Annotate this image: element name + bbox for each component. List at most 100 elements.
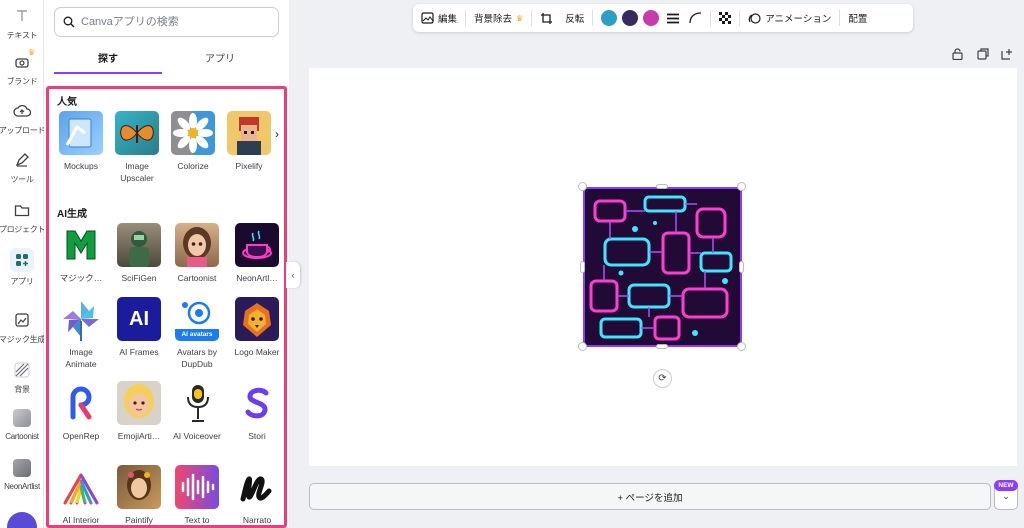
chevron-right-icon[interactable]: ›: [275, 127, 279, 141]
app-image-upscaler[interactable]: Image Upscaler: [109, 111, 165, 184]
folder-icon: [12, 200, 32, 220]
collapse-panel-button[interactable]: ‹: [286, 262, 300, 288]
image-animate-thumbnail: [59, 297, 103, 341]
colorize-thumbnail: [171, 111, 215, 155]
magic-assistant-icon[interactable]: [7, 512, 37, 528]
corner-rounding-button[interactable]: [689, 12, 702, 24]
openrep-thumbnail: [59, 381, 103, 425]
app-pixelify[interactable]: Pixelify: [221, 111, 277, 172]
neonartlist-app-icon: [12, 458, 32, 478]
rail-item-background[interactable]: 背景: [0, 360, 44, 395]
app-label: Paintify: [125, 515, 153, 525]
app-label: Pixelify: [235, 161, 263, 171]
rail-item-cartoonist[interactable]: Cartoonist: [0, 408, 44, 441]
apps-grid-icon: [10, 248, 34, 272]
corner-radius-icon: [689, 12, 702, 24]
duplicate-page-icon[interactable]: [977, 48, 989, 63]
app-neonartlist[interactable]: NeonArtl…: [229, 223, 284, 284]
app-label: Image Upscaler: [120, 161, 154, 183]
app-text-to[interactable]: Text to: [169, 465, 225, 525]
add-page-button[interactable]: + ページを追加: [309, 483, 991, 510]
rail-item-brand[interactable]: ♛ ブランド: [0, 48, 44, 87]
app-mockups[interactable]: Mockups: [53, 111, 109, 172]
app-image-animate[interactable]: Image Animate: [53, 297, 109, 370]
app-avatars-dupdub[interactable]: AI avatars Avatars by DupDub: [169, 297, 225, 370]
transparency-button[interactable]: [719, 12, 732, 24]
rail-label-upload: アップロード: [0, 126, 46, 135]
app-ai-interior[interactable]: AI Interior: [53, 465, 109, 525]
search-box[interactable]: [54, 7, 279, 37]
app-logo-maker[interactable]: Logo Maker: [229, 297, 284, 358]
tab-discover[interactable]: 探す: [54, 46, 162, 74]
resize-handle-bottom[interactable]: [656, 344, 668, 349]
app-label: AI Frames: [119, 347, 159, 357]
toolbar-divider: [592, 10, 594, 26]
color-swatch-teal[interactable]: [601, 10, 618, 26]
animate-label: アニメーション: [765, 14, 832, 25]
new-badge: NEW: [994, 480, 1018, 491]
rail-item-apps[interactable]: アプリ: [0, 248, 44, 287]
toolbar-divider: [710, 10, 712, 26]
app-scifigen[interactable]: SciFiGen: [111, 223, 167, 284]
lock-icon[interactable]: [952, 48, 963, 63]
section-title-ai: AI生成: [57, 209, 87, 220]
app-ai-voiceover[interactable]: AI Voiceover: [169, 381, 225, 442]
tab-apps[interactable]: アプリ: [166, 46, 274, 74]
app-colorize[interactable]: Colorize: [165, 111, 221, 172]
ai-voiceover-thumbnail: [175, 381, 219, 425]
app-openrep[interactable]: OpenRep: [53, 381, 109, 442]
image-edit-icon: [421, 12, 434, 24]
toolbar-divider: [531, 10, 533, 26]
resize-handle-right[interactable]: [739, 261, 744, 273]
edit-label: 編集: [438, 14, 458, 25]
rail-item-tools[interactable]: ツール: [0, 150, 44, 185]
resize-handle-top-right[interactable]: [737, 182, 746, 191]
resize-handle-top-left[interactable]: [578, 182, 587, 191]
rotate-icon[interactable]: ⟳: [653, 369, 672, 388]
image-upscaler-thumbnail: [115, 111, 159, 155]
chevron-down-icon: ⌄: [1002, 491, 1010, 501]
app-label: AI Interior: [62, 515, 100, 525]
app-magic-tool[interactable]: マジック…: [53, 223, 109, 284]
animation-icon: [748, 12, 761, 24]
rail-item-magic[interactable]: マジック生成: [0, 310, 46, 345]
position-button[interactable]: 配置: [848, 11, 867, 25]
resize-handle-bottom-right[interactable]: [737, 342, 746, 351]
resize-handle-top[interactable]: [656, 184, 668, 189]
rail-item-neonartlist[interactable]: NeonArtlist: [0, 458, 44, 491]
border-lines-icon: [667, 13, 680, 23]
search-input[interactable]: [81, 16, 261, 28]
rail-item-upload[interactable]: アップロード: [0, 101, 46, 136]
app-label: Cartoonist: [177, 273, 217, 283]
app-narrato[interactable]: Narrato: [229, 465, 284, 525]
color-swatch-magenta[interactable]: [643, 10, 660, 26]
app-paintify[interactable]: Paintify: [111, 465, 167, 525]
ai-frames-thumbnail: AI: [117, 297, 161, 341]
app-emojiartist[interactable]: EmojiArti…: [111, 381, 167, 442]
pen-icon: [12, 150, 32, 170]
remove-background-button[interactable]: 背景除去 ♛: [474, 11, 523, 26]
flip-label: 反転: [565, 14, 585, 25]
rail-label-apps: アプリ: [10, 277, 34, 286]
edit-button[interactable]: 編集: [421, 11, 457, 25]
crop-button[interactable]: [540, 12, 553, 25]
app-cartoonist[interactable]: Cartoonist: [169, 223, 225, 284]
cartoonist-app-icon: [12, 408, 32, 428]
border-style-button[interactable]: [667, 13, 680, 24]
resize-handle-left[interactable]: [580, 261, 585, 273]
app-label: Text to: [184, 515, 210, 525]
animate-button[interactable]: アニメーション: [748, 11, 831, 25]
app-stori[interactable]: Stori: [229, 381, 284, 442]
color-swatch-dark-purple[interactable]: [622, 10, 639, 26]
app-ai-frames[interactable]: AI AI Frames: [111, 297, 167, 358]
rail-item-text[interactable]: テキスト: [0, 6, 44, 41]
resize-handle-bottom-left[interactable]: [578, 342, 587, 351]
rail-label-background: 背景: [14, 385, 30, 394]
flip-button[interactable]: 反転: [565, 11, 584, 25]
rail-label-magic: マジック生成: [0, 335, 46, 344]
rail-item-projects[interactable]: プロジェクト: [0, 200, 45, 235]
background-pattern-icon: [12, 360, 32, 380]
chevron-left-icon: ‹: [291, 270, 295, 280]
neon-circuit-image[interactable]: [583, 187, 742, 347]
add-page-icon[interactable]: [1001, 48, 1013, 63]
